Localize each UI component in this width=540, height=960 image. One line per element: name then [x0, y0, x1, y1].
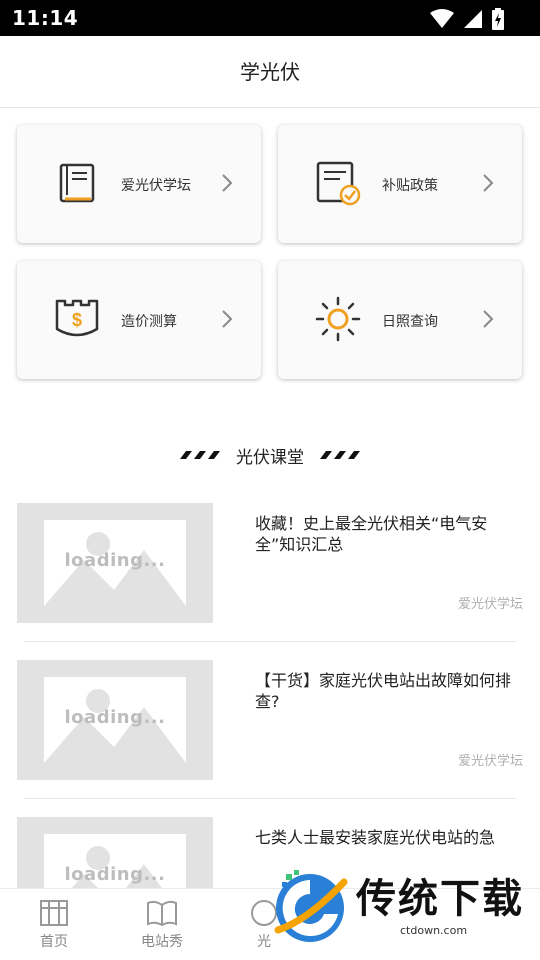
stripe-decoration-icon [320, 451, 360, 459]
article-title: 收藏！史上最全光伏相关“电气安全”知识汇总 [255, 514, 488, 554]
wifi-icon [430, 9, 454, 28]
card-sunshine-query[interactable]: 日照查询 [278, 261, 522, 379]
loading-text: loading... [64, 864, 166, 885]
card-label: 爱光伏学坛 [121, 178, 191, 194]
article-item[interactable]: loading... 【干货】家庭光伏电站出故障如何排查? 爱光伏学坛 [17, 660, 523, 784]
svg-text:$: $ [72, 310, 82, 330]
open-book-icon [147, 900, 177, 927]
signal-icon [464, 10, 482, 28]
divider [24, 798, 516, 799]
document-check-icon [316, 161, 361, 206]
title-bar: 学光伏 [0, 36, 540, 108]
nav-item-home[interactable]: 首页 [14, 897, 94, 951]
article-item[interactable]: loading... 收藏！史上最全光伏相关“电气安全”知识汇总 爱光伏学坛 [17, 503, 523, 627]
article-thumbnail: loading... [17, 503, 213, 623]
divider [24, 641, 516, 642]
book-icon [59, 163, 95, 203]
nav-label: 首页 [40, 934, 68, 950]
section-header: 光伏课堂 [0, 440, 540, 470]
article-source: 爱光伏学坛 [457, 597, 523, 612]
page-title: 学光伏 [240, 60, 300, 84]
battery-icon [492, 8, 504, 30]
placeholder-image-icon: loading... [44, 520, 186, 606]
card-label: 日照查询 [382, 314, 438, 330]
article-thumbnail: loading... [17, 660, 213, 780]
loading-text: loading... [64, 707, 166, 728]
card-label: 补贴政策 [382, 178, 438, 194]
chevron-right-icon [222, 310, 233, 328]
chevron-right-icon [483, 310, 494, 328]
card-label: 造价测算 [121, 314, 177, 330]
watermark-url: ctdown.com [400, 924, 468, 937]
chevron-right-icon [483, 174, 494, 192]
status-bar: 11:14 [0, 0, 540, 36]
sun-icon [315, 296, 361, 342]
card-forum[interactable]: 爱光伏学坛 [17, 125, 261, 243]
article-source: 爱光伏学坛 [457, 754, 523, 769]
watermark-logo-icon [274, 870, 348, 942]
home-icon [40, 900, 68, 926]
stripe-decoration-icon [180, 451, 220, 459]
status-icons [430, 8, 504, 30]
chevron-right-icon [222, 174, 233, 192]
loading-text: loading... [64, 550, 166, 571]
money-shield-icon: $ [55, 299, 99, 337]
section-title: 光伏课堂 [236, 447, 304, 468]
card-subsidy-policy[interactable]: 补贴政策 [278, 125, 522, 243]
status-time: 11:14 [12, 6, 79, 30]
watermark-text: 传统下载 [356, 876, 524, 922]
nav-item-station-show[interactable]: 电站秀 [122, 897, 202, 951]
article-title: 七类人士最安装家庭光伏电站的急 [255, 828, 496, 847]
nav-label: 电站秀 [141, 934, 183, 950]
watermark: 传统下载 ctdown.com [262, 860, 524, 960]
card-cost-estimate[interactable]: $ 造价测算 [17, 261, 261, 379]
placeholder-image-icon: loading... [44, 677, 186, 763]
article-title: 【干货】家庭光伏电站出故障如何排查? [255, 671, 512, 711]
